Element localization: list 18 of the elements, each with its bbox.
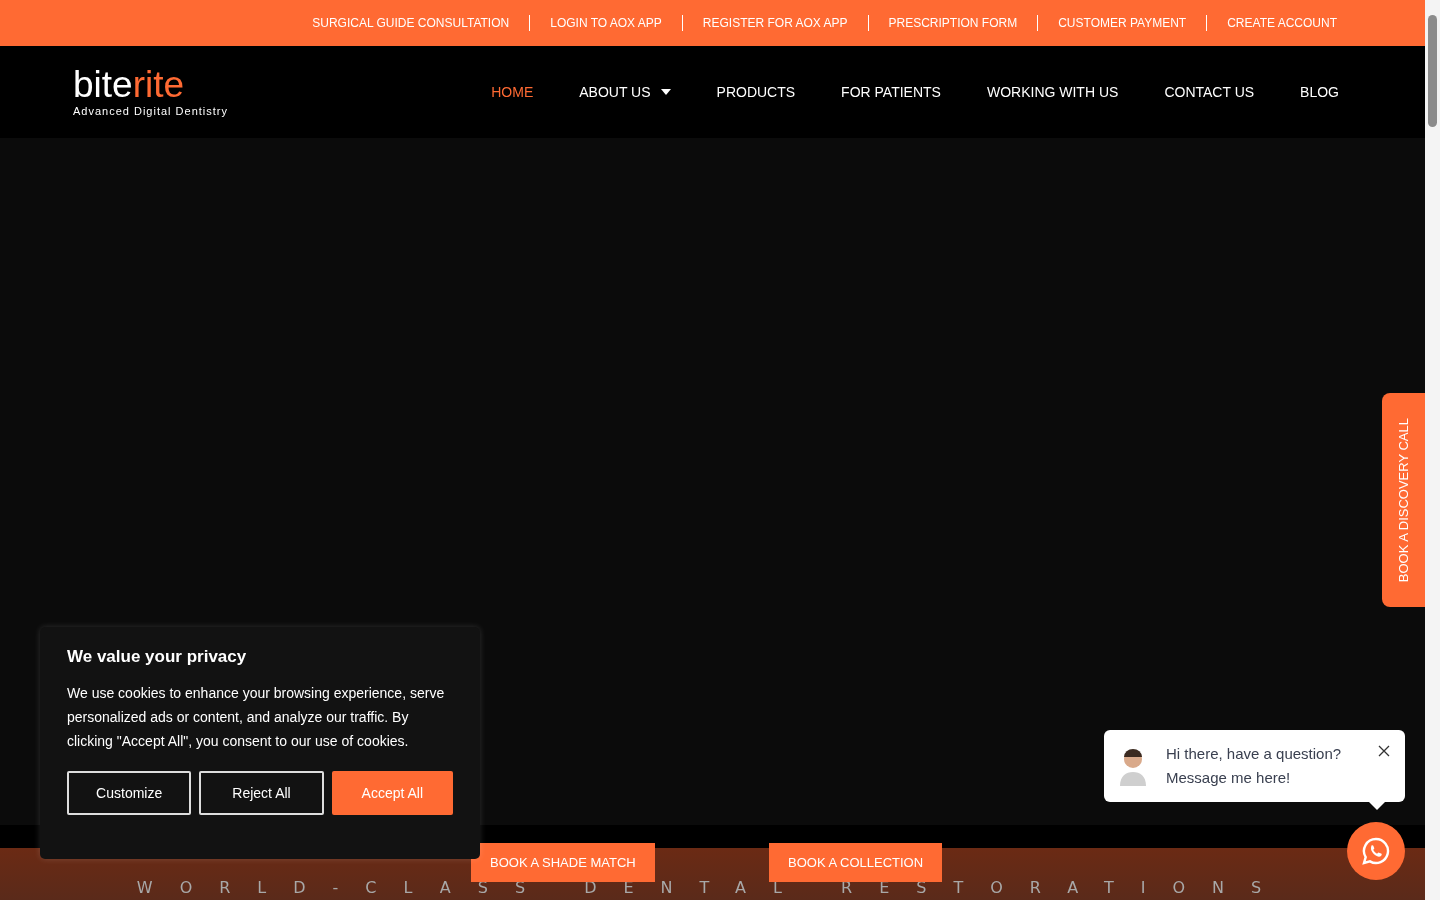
nav-link[interactable]: BLOG <box>1300 84 1339 100</box>
nav-link[interactable]: CONTACT US <box>1164 84 1255 100</box>
nav-link[interactable]: PRODUCTS <box>716 84 796 100</box>
cookie-title: We value your privacy <box>67 647 248 667</box>
nav-link[interactable]: HOME <box>491 84 534 100</box>
nav-link[interactable]: FOR PATIENTS <box>841 84 941 100</box>
chat-message: Hi there, have a question? Message me here! <box>1166 744 1342 788</box>
close-icon[interactable] <box>1377 744 1391 758</box>
nav-link[interactable]: ABOUT US <box>579 84 671 100</box>
nav-link[interactable]: WORKING WITH US <box>986 84 1119 100</box>
scrollbar[interactable] <box>1425 0 1440 900</box>
phone-chat-icon <box>1361 836 1391 866</box>
avatar-icon <box>1118 746 1148 786</box>
cookie-text: We use cookies to enhance your browsing experience, serve personalized ads or content, and analyze our traffic. By clicking "Accept All", you consent to our use of cookies. <box>67 684 446 751</box>
logo-wordmark[interactable]: biterite <box>73 67 185 103</box>
logo-tagline: Advanced Digital Dentistry <box>73 105 228 117</box>
cookie-button[interactable]: Reject All <box>199 771 324 815</box>
cookie-button[interactable]: Customize <box>67 771 192 815</box>
